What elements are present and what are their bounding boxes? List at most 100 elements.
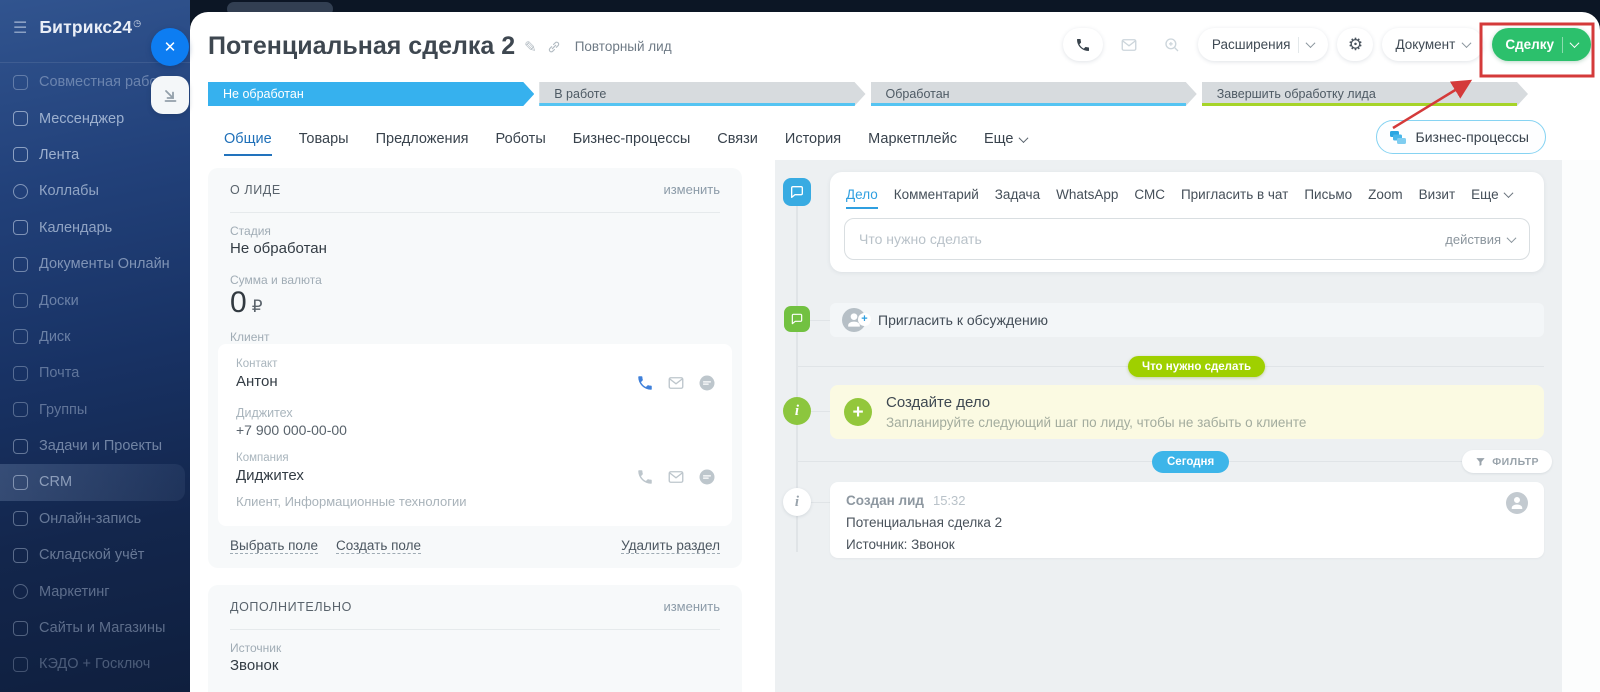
today-pill: Сегодня [1152, 451, 1229, 473]
activity-tab-comment[interactable]: Комментарий [894, 187, 979, 202]
email-contact-icon[interactable] [667, 374, 685, 392]
activity-tab-email[interactable]: Письмо [1304, 187, 1352, 202]
edit-additional-link[interactable]: изменить [663, 599, 720, 614]
stage-processed[interactable]: Обработан [871, 82, 1197, 106]
create-activity-title[interactable]: Создайте дело [886, 394, 990, 411]
email-button[interactable] [1112, 28, 1146, 61]
filter-button[interactable]: ФИЛЬТР [1462, 450, 1552, 473]
timeline-log-card[interactable]: Создан лид 15:32 Потенциальная сделка 2 … [830, 482, 1544, 558]
activity-tab-todo[interactable]: Дело [846, 187, 878, 202]
sidebar-item-tasks[interactable]: Задачи и Проекты [0, 428, 190, 464]
tab-general[interactable]: Общие [224, 131, 272, 147]
sidebar-item-label: Календарь [39, 220, 112, 236]
contact-name[interactable]: Антон [236, 373, 278, 390]
sidebar-item-kedo[interactable]: КЭДО + Госключ [0, 646, 190, 682]
delete-section-link[interactable]: Удалить раздел [621, 538, 720, 554]
activity-tab-task[interactable]: Задача [995, 187, 1040, 202]
call-company-icon[interactable] [636, 468, 654, 486]
sidebar-item-feed[interactable]: Лента [0, 137, 190, 173]
copy-link-icon[interactable] [546, 39, 562, 55]
collapse-slider-button[interactable] [151, 76, 189, 114]
contact-company-label: Диджитех [236, 406, 293, 420]
menu-burger-icon[interactable]: ☰ [13, 18, 27, 38]
edit-about-link[interactable]: изменить [663, 182, 720, 197]
tab-products[interactable]: Товары [299, 131, 349, 147]
stage-underline [871, 103, 1186, 106]
mail-icon [1120, 36, 1138, 54]
edit-title-icon[interactable]: ✎ [524, 38, 537, 56]
tab-marketplace[interactable]: Маркетплейс [868, 131, 957, 147]
sidebar-item-boards[interactable]: Доски [0, 282, 190, 318]
sidebar-item-mail[interactable]: Почта [0, 355, 190, 391]
activity-tab-sms[interactable]: СМС [1134, 187, 1165, 202]
additional-title: ДОПОЛНИТЕЛЬНО [230, 600, 352, 614]
create-deal-label: Сделку [1505, 37, 1554, 52]
call-contact-icon[interactable] [636, 374, 654, 392]
sidebar-item-crm[interactable]: CRM [0, 464, 185, 500]
lead-header: Потенциальная сделка 2 ✎ Повторный лид [208, 32, 672, 61]
log-source: Источник: Звонок [846, 537, 955, 552]
activity-tab-more[interactable]: Еще [1471, 187, 1511, 202]
add-activity-icon[interactable]: + [844, 398, 872, 426]
chat-company-icon[interactable] [698, 468, 716, 486]
contact-phone[interactable]: +7 900 000-00-00 [236, 422, 347, 438]
stage-field-value[interactable]: Не обработан [230, 240, 327, 257]
sidebar-item-drive[interactable]: Диск [0, 319, 190, 355]
additional-card: ДОПОЛНИТЕЛЬНО изменить Источник Звонок [208, 585, 742, 692]
business-processes-button[interactable]: Бизнес-процессы [1376, 120, 1546, 154]
source-field-value[interactable]: Звонок [230, 657, 278, 674]
extensions-button[interactable]: Расширения [1198, 28, 1329, 61]
activity-tab-invite-chat[interactable]: Пригласить в чат [1181, 187, 1288, 202]
sidebar-item-booking[interactable]: Онлайн-запись [0, 501, 190, 537]
sidebar-item-calendar[interactable]: Календарь [0, 210, 190, 246]
create-field-link[interactable]: Создать поле [336, 538, 421, 554]
invite-discussion-row[interactable]: + Пригласить к обсуждению [830, 303, 1544, 337]
select-field-link[interactable]: Выбрать поле [230, 538, 318, 554]
tab-business-processes[interactable]: Бизнес-процессы [573, 131, 691, 147]
call-button[interactable] [1063, 28, 1103, 61]
company-name[interactable]: Диджитех [236, 467, 304, 484]
activity-tab-visit[interactable]: Визит [1419, 187, 1455, 202]
sidebar-item-inventory[interactable]: Складской учёт [0, 537, 190, 573]
sidebar-item-label: Группы [39, 402, 87, 418]
scrollbar-gutter[interactable] [1562, 160, 1600, 692]
todo-hint-pill[interactable]: Что нужно сделать [1128, 356, 1265, 377]
messenger-icon [13, 111, 28, 126]
activity-tab-whatsapp[interactable]: WhatsApp [1056, 187, 1118, 202]
settings-button[interactable]: ⚙ [1337, 28, 1373, 61]
actions-dropdown[interactable]: действия [1445, 219, 1515, 259]
email-company-icon[interactable] [667, 468, 685, 486]
timeline-discussion-icon [784, 306, 810, 332]
stage-finish-processing[interactable]: Завершить обработку лида [1202, 82, 1528, 106]
app-logo[interactable]: Битрикс24◷ [39, 17, 141, 38]
sidebar-item-marketing[interactable]: Маркетинг [0, 573, 190, 609]
about-lead-title: О ЛИДЕ [230, 183, 281, 197]
chat-contact-icon[interactable] [698, 374, 716, 392]
page-title: Потенциальная сделка 2 [208, 32, 515, 61]
timeline-comment-icon [783, 178, 811, 206]
sidebar-item-groups[interactable]: Группы [0, 392, 190, 428]
tab-relations[interactable]: Связи [717, 131, 758, 147]
sidebar-item-sites[interactable]: Сайты и Магазины [0, 610, 190, 646]
tab-quotes[interactable]: Предложения [376, 131, 469, 147]
sidebar-item-documents[interactable]: Документы Онлайн [0, 246, 190, 282]
stage-not-processed[interactable]: Не обработан [208, 82, 534, 106]
document-button[interactable]: Документ [1382, 28, 1483, 61]
sidebar-item-collabs[interactable]: Коллабы [0, 173, 190, 209]
tab-robots[interactable]: Роботы [496, 131, 546, 147]
lead-form-column: О ЛИДЕ изменить Стадия Не обработан Сумм… [190, 160, 775, 692]
log-lead-name: Потенциальная сделка 2 [846, 515, 1002, 530]
sidebar-item-label: Почта [39, 365, 79, 381]
todo-input[interactable] [845, 219, 1358, 259]
tab-more[interactable]: Еще [984, 131, 1028, 147]
tab-history[interactable]: История [785, 131, 841, 147]
close-slider-button[interactable]: ✕ [151, 28, 189, 66]
sum-field-value[interactable]: 0₽ [230, 286, 263, 320]
stage-in-progress[interactable]: В работе [539, 82, 865, 106]
create-deal-button[interactable]: Сделку [1492, 28, 1591, 61]
log-author-avatar [1506, 492, 1528, 514]
todo-input-wrapper: действия [844, 218, 1530, 260]
search-zoom-button[interactable] [1155, 28, 1189, 61]
activity-tab-zoom[interactable]: Zoom [1368, 187, 1403, 202]
invite-discussion-label: Пригласить к обсуждению [878, 312, 1048, 328]
